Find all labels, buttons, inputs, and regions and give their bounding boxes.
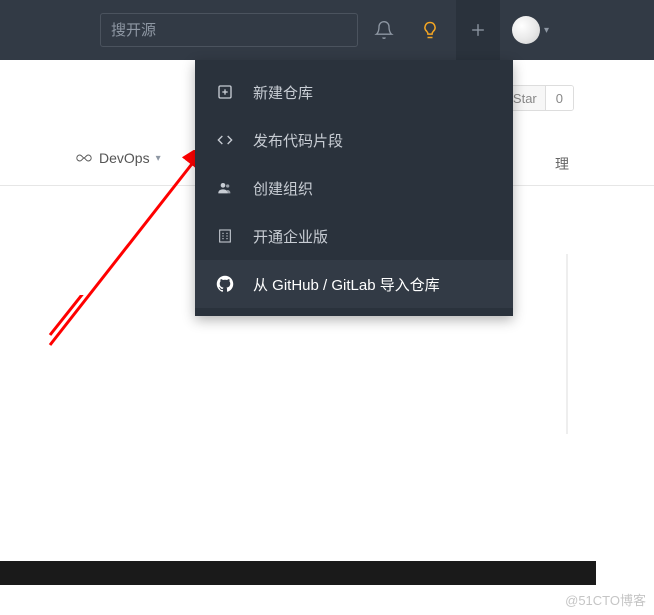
search-box[interactable] [100, 13, 358, 47]
footer-bar [0, 561, 596, 585]
menu-label: 创建组织 [253, 178, 313, 199]
menu-import-repo[interactable]: 从 GitHub / GitLab 导入仓库 [195, 260, 513, 308]
chevron-down-icon: ▾ [544, 25, 549, 36]
watermark: @51CTO博客 [565, 590, 646, 609]
content-panel [566, 254, 568, 434]
plus-dropdown: 新建仓库 发布代码片段 创建组织 开通企业版 从 GitHub / GitLab… [195, 60, 513, 316]
topbar: ▾ [0, 0, 654, 60]
menu-publish-snippet[interactable]: 发布代码片段 [195, 116, 513, 164]
menu-label: 开通企业版 [253, 226, 328, 247]
fragment-text: 理 [555, 154, 569, 174]
menu-label: 发布代码片段 [253, 130, 343, 151]
avatar-menu[interactable]: ▾ [512, 16, 549, 44]
users-icon [215, 178, 235, 198]
github-icon [215, 274, 235, 294]
search-input[interactable] [111, 22, 347, 39]
menu-new-repo[interactable]: 新建仓库 [195, 68, 513, 116]
menu-label: 从 GitHub / GitLab 导入仓库 [253, 274, 440, 295]
plus-button[interactable] [456, 0, 500, 60]
notification-icon[interactable] [364, 10, 404, 50]
code-icon [215, 130, 235, 150]
avatar [512, 16, 540, 44]
plus-square-icon [215, 82, 235, 102]
menu-enterprise[interactable]: 开通企业版 [195, 212, 513, 260]
star-count: 0 [545, 86, 573, 110]
menu-create-org[interactable]: 创建组织 [195, 164, 513, 212]
building-icon [215, 226, 235, 246]
bulb-icon[interactable] [410, 10, 450, 50]
menu-label: 新建仓库 [253, 82, 313, 103]
